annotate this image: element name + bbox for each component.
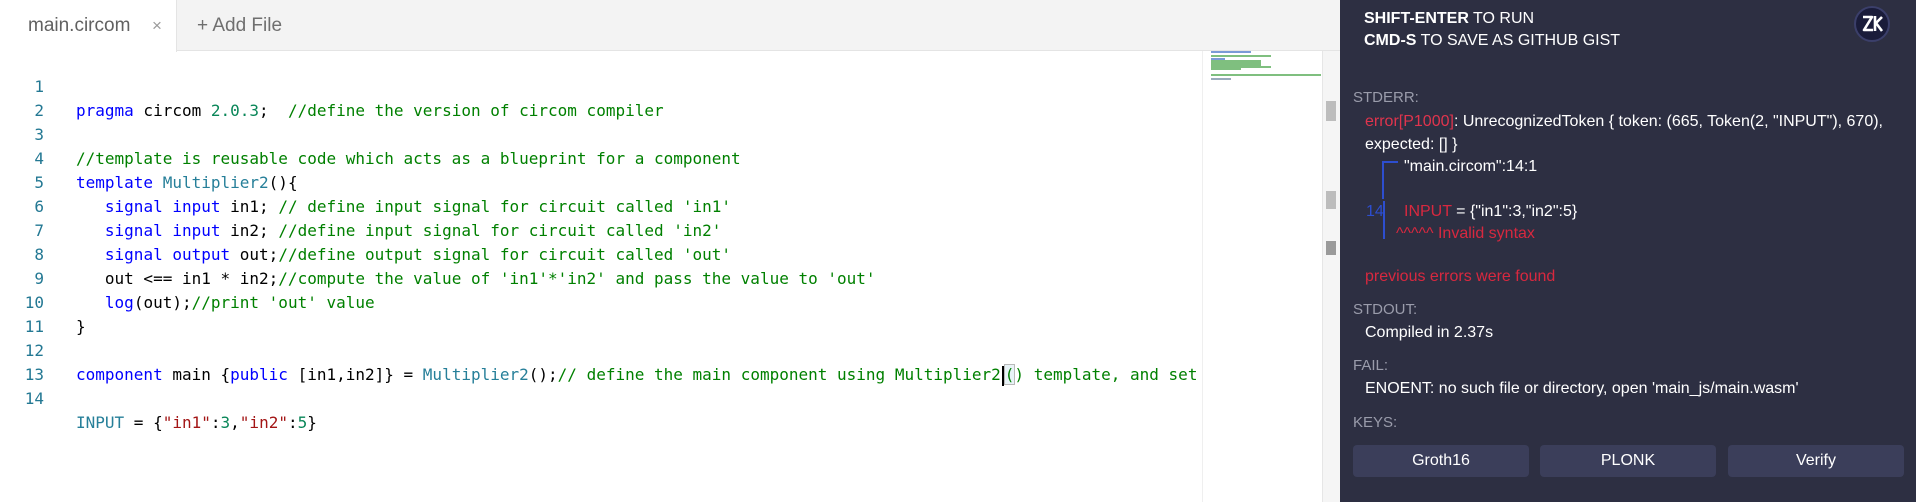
code-text: INPUT = {"in1":3,"in2":5} <box>76 413 317 432</box>
code-line: 9 log(out);//print 'out' value <box>0 243 1200 312</box>
code-line: 8 out <== in1 * in2;//compute the value … <box>0 219 1200 288</box>
code-line: 1 pragma circom 2.0.3; //define the vers… <box>0 51 1200 120</box>
keys-label: KEYS: <box>1353 414 1398 431</box>
error-message-cont: expected: [] } <box>1365 136 1458 153</box>
previous-errors: previous errors were found <box>1365 268 1556 285</box>
error-line-number: 14 <box>1366 203 1384 220</box>
code-editor[interactable]: 1 pragma circom 2.0.3; //define the vers… <box>0 51 1200 502</box>
line-number: 14 <box>24 389 44 408</box>
code-line: 4 template Multiplier2(){ <box>0 123 1200 192</box>
add-file-button[interactable]: + Add File <box>197 0 282 51</box>
vertical-scrollbar[interactable] <box>1322 51 1340 502</box>
code-line: 14 INPUT = {"in1":3,"in2":5} <box>0 363 1200 432</box>
error-caret: ^^^^^ Invalid syntax <box>1396 225 1535 242</box>
fail-text: ENOENT: no such file or directory, open … <box>1365 380 1799 397</box>
error-location: "main.circom":14:1 <box>1404 158 1538 175</box>
minimap[interactable] <box>1202 51 1322 502</box>
editor-pane: main.circom × + Add File 1 pragma circom… <box>0 0 1340 502</box>
groth16-button[interactable]: Groth16 <box>1353 445 1529 477</box>
error-message: error[P1000]: UnrecognizedToken { token:… <box>1365 113 1883 130</box>
output-panel: SHIFT-ENTER TO RUN CMD-S TO SAVE AS GITH… <box>1340 0 1916 502</box>
tab-bar: main.circom × + Add File <box>0 0 1340 52</box>
error-pointer-line <box>1382 161 1398 199</box>
tab-main-circom[interactable]: main.circom × <box>0 0 177 52</box>
code-line: 2 <box>0 75 1200 120</box>
error-gutter-line <box>1383 201 1385 239</box>
fail-label: FAIL: <box>1353 357 1389 374</box>
close-icon[interactable]: × <box>152 16 162 36</box>
keyboard-hints: SHIFT-ENTER TO RUN CMD-S TO SAVE AS GITH… <box>1364 10 1621 49</box>
plonk-button[interactable]: PLONK <box>1540 445 1716 477</box>
code-line: 7 signal output out;//define output sign… <box>0 195 1200 264</box>
code-line: 6 signal input in2; //define input signa… <box>0 171 1200 240</box>
tab-label: main.circom <box>28 15 131 36</box>
code-line: 13 <box>0 339 1200 384</box>
code-line: 10 } <box>0 267 1200 336</box>
stdout-label: STDOUT: <box>1353 301 1418 318</box>
error-source: INPUT = {"in1":3,"in2":5} <box>1404 203 1578 220</box>
stderr-label: STDERR: <box>1353 89 1419 106</box>
code-line: 11 <box>0 291 1200 336</box>
code-line: 12 component main {public [in1,in2]} = M… <box>0 315 1200 386</box>
code-line: 5 signal input in1; // define input sign… <box>0 147 1200 216</box>
zk-logo-icon[interactable] <box>1854 6 1890 42</box>
code-line: 3 //template is reusable code which acts… <box>0 99 1200 168</box>
verify-button[interactable]: Verify <box>1728 445 1904 477</box>
stdout-text: Compiled in 2.37s <box>1365 324 1494 341</box>
